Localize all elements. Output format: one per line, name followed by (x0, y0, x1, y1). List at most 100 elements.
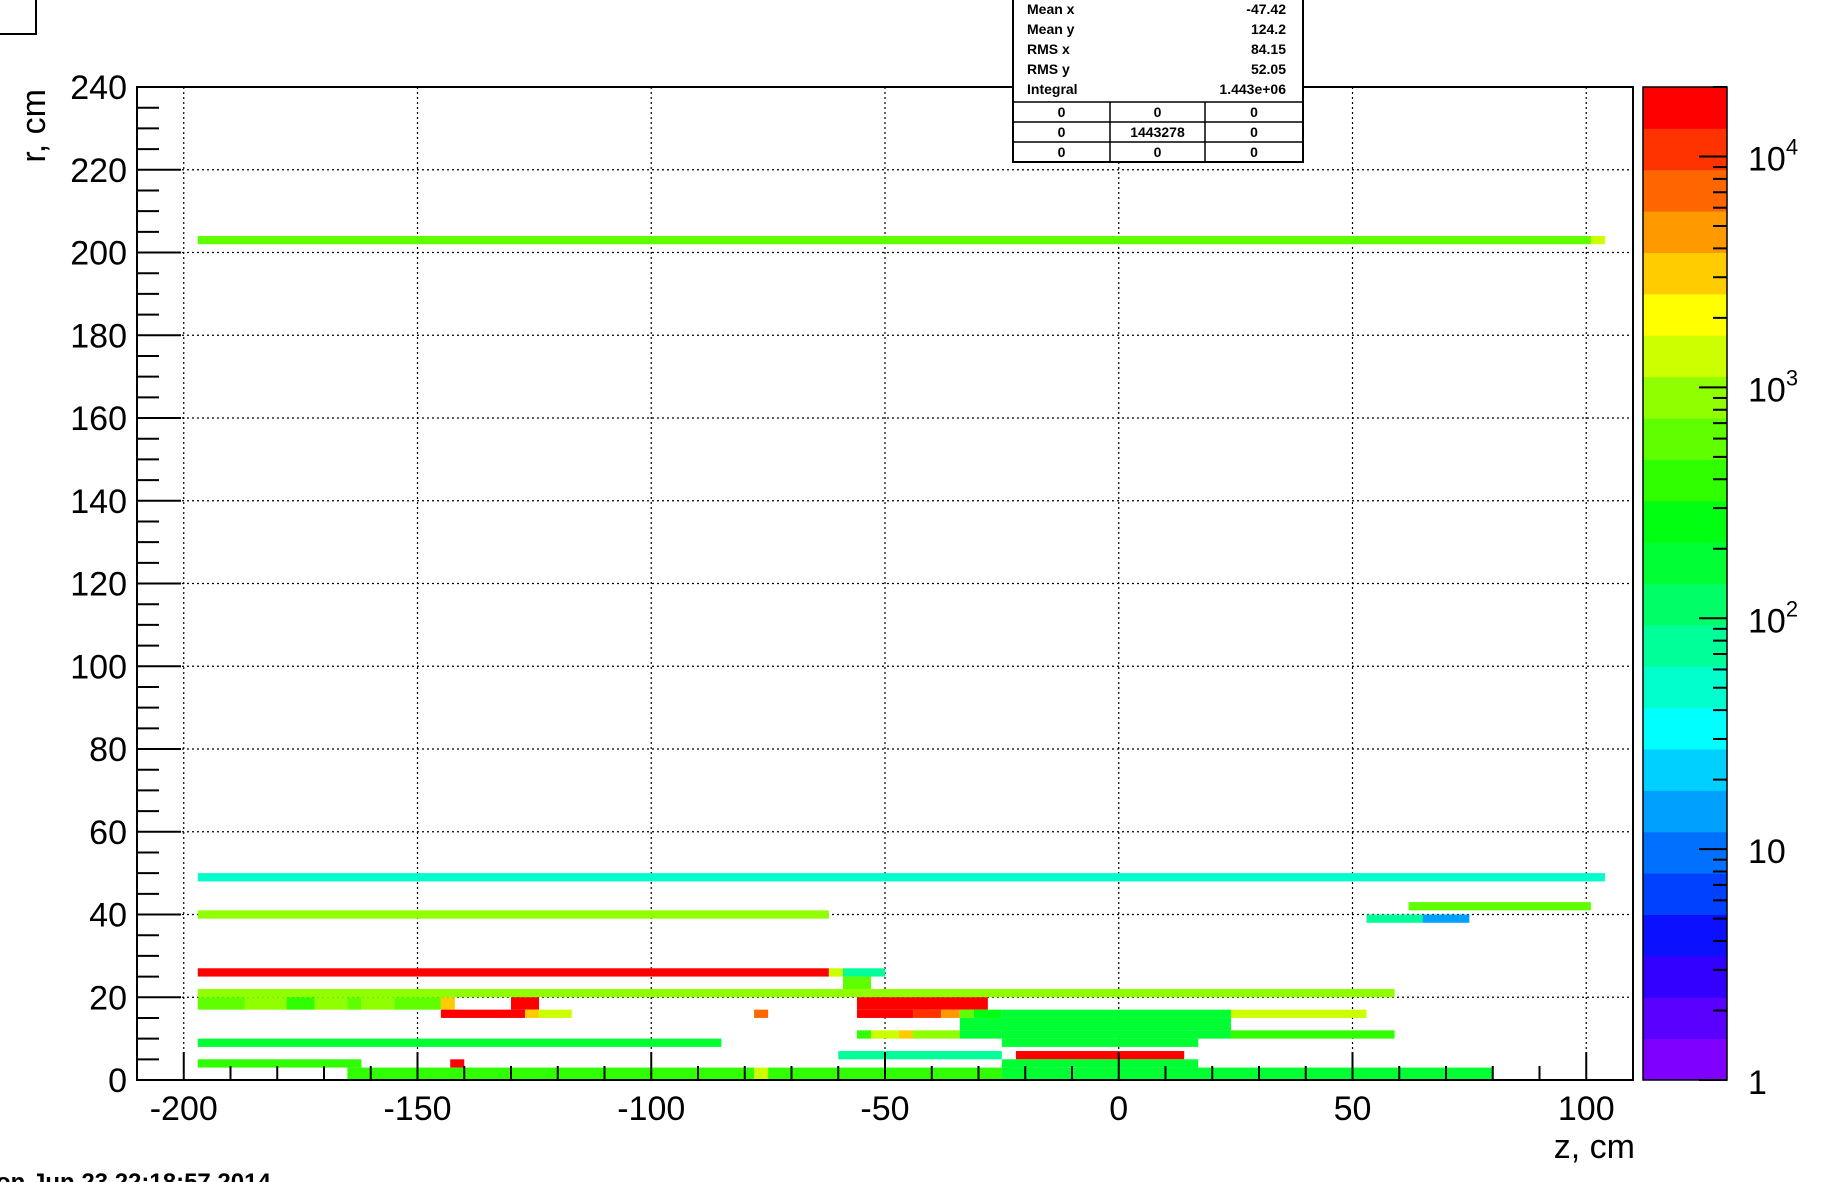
colorbar-swatch (1643, 169, 1727, 212)
heatmap-cell (1001, 1030, 1231, 1039)
colorbar-swatch (1643, 128, 1727, 171)
heatmap-cell (1408, 902, 1591, 911)
stats-cell: 0 (1058, 104, 1066, 120)
stats-label: Mean y (1027, 21, 1075, 37)
stats-label: Integral (1027, 81, 1078, 97)
heatmap-cell (856, 1009, 914, 1018)
chart-canvas: -200 -150 -100 -50 0 50 100 020406080100120140… (0, 0, 1798, 1182)
colorbar-swatch (1643, 955, 1727, 998)
heatmap-cell (959, 1009, 974, 1018)
x-axis-title: z, cm (1554, 1128, 1635, 1166)
stats-label: Mean x (1027, 1, 1075, 17)
colorbar-swatch (1643, 831, 1727, 874)
heatmap-cell (941, 1009, 960, 1018)
heatmap-cell (1001, 1067, 1493, 1080)
y-tick-label: 180 (70, 317, 127, 355)
colorbar-swatch (1643, 293, 1727, 336)
colorbar-label: 1 (1748, 1064, 1767, 1102)
heatmap-cell (959, 1017, 1231, 1031)
heatmap-cell (511, 997, 540, 1010)
x-tick-label: 0 (1109, 1090, 1128, 1128)
heatmap-cell (197, 910, 829, 919)
stats-cell: 0 (1154, 144, 1162, 160)
heatmap-cell (197, 235, 1591, 245)
heatmap-cell (347, 997, 362, 1010)
y-tick-label: 80 (89, 731, 127, 769)
heatmap-cell (286, 997, 315, 1010)
heatmap-cell (197, 997, 245, 1010)
heatmap-cell (197, 968, 829, 977)
heatmap-cell (754, 1009, 769, 1018)
colorbar-label: 10 (1748, 833, 1786, 871)
colorbar-label: 104 (1748, 135, 1798, 179)
stats-value: 84.15 (1251, 41, 1286, 57)
heatmap-cell (870, 1030, 900, 1039)
colorbar-swatch (1643, 211, 1727, 253)
heatmap-cell (394, 997, 441, 1010)
x-tick-labels: -200 -150 -100 -50 0 50 100 (150, 1090, 1615, 1128)
heatmap-cell (361, 997, 395, 1010)
stats-cell: 0 (1250, 124, 1258, 140)
stats-label: RMS x (1027, 41, 1070, 57)
y-tick-labels: 0 20 40 60 80 100 120 140 160 180 200 220 240 (70, 69, 127, 1100)
heatmap-cell (842, 968, 885, 977)
heatmap-cell (1366, 914, 1423, 923)
heatmap-cell (525, 1009, 540, 1018)
x-tick-label: -100 (617, 1090, 685, 1128)
y-tick-label: 140 (70, 483, 127, 521)
heatmap-cell (197, 1059, 362, 1068)
heatmap-cell (828, 968, 843, 977)
x-tick-label: -150 (383, 1090, 451, 1128)
x-tick-label: -50 (860, 1090, 909, 1128)
heatmap-cell (856, 1030, 871, 1039)
timestamp-footer: on Jun 23 22:18:57 2014 (0, 1169, 271, 1182)
heatmap-cell (314, 997, 348, 1010)
colorbar-label: 103 (1748, 365, 1798, 409)
colorbar-swatch (1643, 749, 1727, 791)
heatmap-cell (973, 1009, 1002, 1018)
heatmap-cell (244, 997, 287, 1010)
heatmap-cell (1015, 1051, 1185, 1060)
heatmap-cells (197, 235, 1605, 1080)
y-tick-label: 60 (89, 814, 127, 852)
y-tick-label: 200 (70, 235, 127, 273)
y-tick-label: 0 (108, 1062, 127, 1100)
colorbar (1642, 86, 1728, 1081)
heatmap-cell (440, 997, 455, 1010)
colorbar-swatch (1643, 624, 1727, 667)
heatmap-cell (197, 988, 1395, 998)
heatmap-cell (440, 1009, 526, 1018)
colorbar-swatch (1643, 252, 1727, 295)
colorbar-swatch (1643, 87, 1727, 129)
colorbar-swatch (1643, 997, 1727, 1040)
heatmap-cell (1001, 1038, 1199, 1047)
y-tick-label: 160 (70, 400, 127, 438)
colorbar-swatch (1643, 459, 1727, 502)
stats-value: 52.05 (1251, 61, 1286, 77)
heatmap-cell (899, 1030, 914, 1039)
heatmap-cell (842, 976, 871, 989)
y-tick-label: 240 (70, 69, 127, 107)
stats-box: Mean x -47.42 Mean y 124.2 RMS x 84.15 RMS y 52… (1012, 0, 1304, 163)
stats-cell: 0 (1250, 144, 1258, 160)
heatmap-cell (1422, 914, 1470, 923)
heatmap-cell (197, 873, 1605, 882)
stats-cell: 1443278 (1130, 124, 1185, 140)
stats-value: 124.2 (1251, 21, 1286, 37)
heatmap-cell (1230, 1009, 1367, 1018)
colorbar-label: 102 (1748, 596, 1798, 640)
heatmap-cell (959, 1030, 1002, 1039)
stats-cell: 0 (1250, 104, 1258, 120)
stats-cell: 0 (1058, 124, 1066, 140)
y-tick-label: 220 (70, 152, 127, 190)
heatmap-cell (347, 1067, 755, 1080)
heatmap-cell (856, 997, 988, 1010)
stats-value: -47.42 (1246, 1, 1286, 17)
colorbar-swatch (1643, 335, 1727, 378)
stats-value: 1.443e+06 (1219, 81, 1286, 97)
heatmap-cell (913, 1030, 960, 1039)
colorbar-swatch (1643, 1038, 1727, 1081)
heatmap-cell (450, 1059, 465, 1068)
x-tick-label: 100 (1558, 1090, 1615, 1128)
heatmap-cell (539, 1009, 572, 1018)
